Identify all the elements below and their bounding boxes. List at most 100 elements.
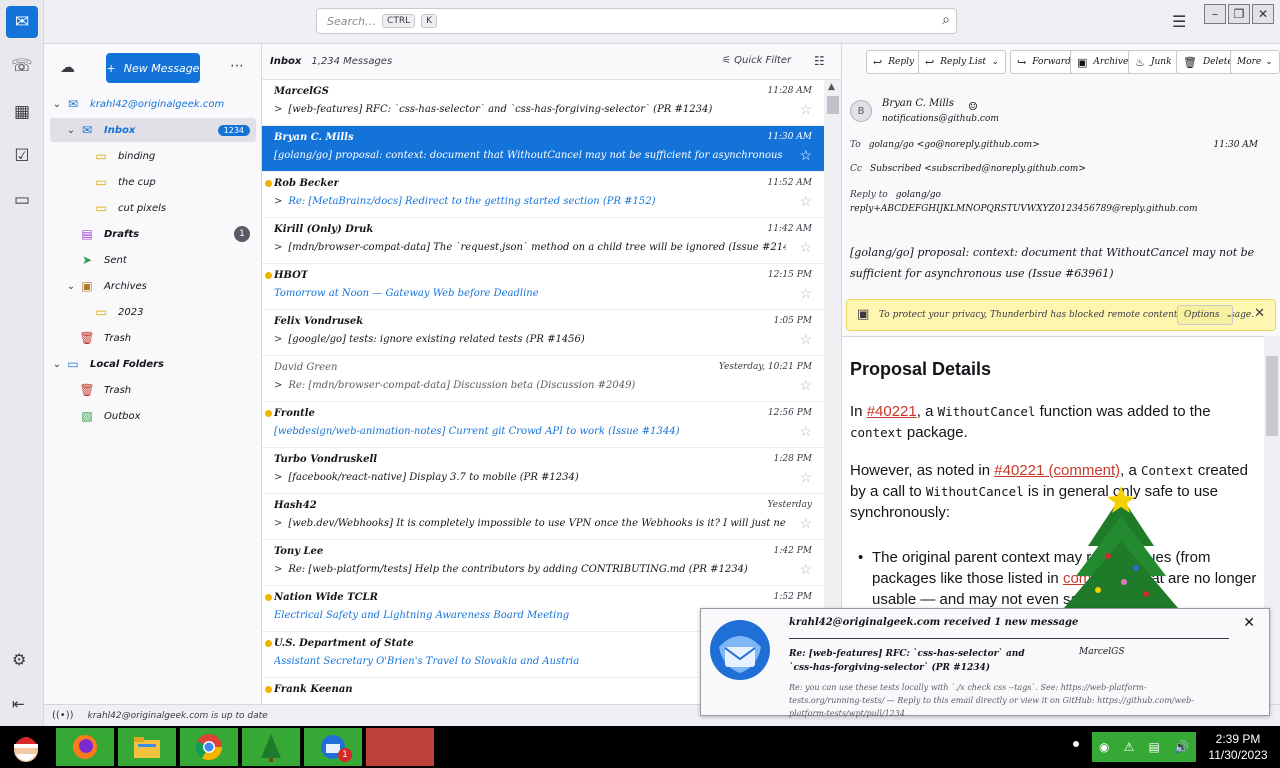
unread-dot-icon[interactable] [265, 410, 272, 417]
taskbar-file-explorer[interactable] [118, 728, 176, 766]
calendar-icon[interactable]: ▦ [6, 96, 38, 128]
folder-drafts[interactable]: ▤ Drafts 1 [50, 222, 256, 246]
scroll-thumb[interactable] [827, 96, 839, 114]
unread-dot-icon[interactable] [265, 272, 272, 279]
star-icon[interactable]: ☆ [799, 286, 812, 302]
thread-chevron-icon[interactable]: > [274, 518, 282, 529]
online-status-icon[interactable]: ((•)) [52, 710, 74, 721]
star-icon[interactable]: ☆ [799, 332, 812, 348]
maximize-button[interactable]: ❐ [1228, 4, 1250, 24]
thread-chevron-icon[interactable]: > [274, 242, 282, 253]
tasks-icon[interactable]: ☑ [6, 140, 38, 172]
network-icon[interactable]: ▤ [1149, 740, 1160, 754]
search-icon[interactable]: ⌕ [942, 12, 950, 28]
issue-link[interactable]: #40221 [867, 403, 917, 420]
volume-icon[interactable]: 🔊 [1174, 740, 1189, 754]
unread-dot-icon[interactable] [265, 686, 272, 693]
folder-inbox[interactable]: ⌄ ✉ Inbox 1234 [50, 118, 256, 142]
folder-sub1[interactable]: ▭ binding [50, 144, 256, 168]
message-row[interactable]: MarcelGS 11:28 AM > [web-features] RFC: `cs… [262, 80, 824, 126]
scroll-up-icon[interactable]: ▲ [828, 82, 835, 92]
more-button[interactable]: More ⌄ [1230, 50, 1280, 74]
folder-local[interactable]: ⌄ ▭ Local Folders [50, 352, 256, 376]
folder-sent[interactable]: ➤ Sent [50, 248, 256, 272]
security-tray-icon[interactable]: ⚠ [1124, 740, 1135, 754]
minimize-button[interactable]: – [1204, 4, 1226, 24]
junk-button[interactable]: ♨ Junk [1128, 50, 1179, 74]
archive-button[interactable]: ▣ Archive [1070, 50, 1136, 74]
taskbar-firefox[interactable] [56, 728, 114, 766]
taskbar-chrome[interactable] [180, 728, 238, 766]
folder-account[interactable]: ⌄ ✉ krahl42@originalgeek.com [50, 92, 256, 116]
message-row[interactable]: Hash42 Yesterday > [web.dev/Webhooks] It is… [262, 494, 824, 540]
from-name[interactable]: Bryan C. Mills [882, 98, 954, 109]
folder-local-trash[interactable]: 🗑 Trash [50, 378, 256, 402]
display-options-icon[interactable]: ☷ [814, 54, 825, 68]
global-search-input[interactable]: Search… CTRL K ⌕ [316, 8, 957, 34]
taskbar-tree-app[interactable] [242, 728, 300, 766]
folder-sub2[interactable]: ▭ the cup [50, 170, 256, 194]
unread-dot-icon[interactable] [265, 640, 272, 647]
folder-sub3[interactable]: ▭ cut pixels [50, 196, 256, 220]
star-icon[interactable]: ☆ [799, 378, 812, 394]
message-row[interactable]: Felix Vondrusek 1:05 PM > [google/go] tests… [262, 310, 824, 356]
unread-dot-icon[interactable] [265, 594, 272, 601]
folder-archives-year[interactable]: ▭ 2023 [50, 300, 256, 324]
message-row[interactable]: Kirill (Only) Druk 11:42 AM > [mdn/browser-… [262, 218, 824, 264]
collapse-spaces-icon[interactable]: ⇤ [12, 695, 25, 713]
message-row[interactable]: Rob Becker 11:52 AM > Re: [MetaBrainz/docs]… [262, 172, 824, 218]
address-book-icon[interactable]: ☏ [6, 50, 38, 82]
chevron-down-icon[interactable]: ⌄ [50, 99, 64, 110]
new-mail-notification[interactable]: krahl42@originalgeek.com received 1 new … [700, 608, 1270, 718]
chrome-tray-icon[interactable]: ◉ [1099, 740, 1109, 754]
thread-chevron-icon[interactable]: > [274, 334, 282, 345]
unread-dot-icon[interactable] [265, 180, 272, 187]
taskbar-empty-slot[interactable] [366, 728, 434, 766]
folder-outbox[interactable]: ▧ Outbox [50, 404, 256, 428]
app-menu-icon[interactable]: ☰ [1172, 12, 1186, 31]
reply-to-value[interactable]: golang/go reply+ABCDEFGHIJKLMNOPQRSTUVWX… [850, 190, 1198, 214]
star-icon[interactable]: ☆ [799, 240, 812, 256]
contact-icon[interactable]: ☺ [968, 100, 978, 113]
notice-options-button[interactable]: Options ⌄ [1177, 305, 1233, 325]
thread-chevron-icon[interactable]: > [274, 196, 282, 207]
taskbar-thunderbird[interactable]: 1 [304, 728, 362, 766]
chevron-down-icon[interactable]: ⌄ [64, 125, 78, 136]
folder-archives[interactable]: ⌄ ▣ Archives [50, 274, 256, 298]
chevron-down-icon[interactable]: ⌄ [991, 57, 999, 67]
star-icon[interactable]: ☆ [799, 470, 812, 486]
new-message-button[interactable]: + New Message [106, 53, 200, 83]
reply-list-button[interactable]: ↩ Reply List ⌄ [918, 50, 1006, 74]
cc-value[interactable]: Subscribed <subscribed@noreply.github.co… [870, 164, 1086, 174]
thread-chevron-icon[interactable]: > [274, 564, 282, 575]
close-icon[interactable]: ✕ [1254, 306, 1265, 321]
taskbar-clock[interactable]: 2:39 PM 11/30/2023 [1196, 726, 1280, 768]
folder-trash[interactable]: 🗑 Trash [50, 326, 256, 350]
message-row[interactable]: Turbo Vondruskell 1:28 PM > [facebook/react… [262, 448, 824, 494]
message-row[interactable]: Tony Lee 1:42 PM > Re: [web-platform/tests]… [262, 540, 824, 586]
comment-link[interactable]: #40221 (comment) [994, 462, 1120, 479]
close-icon[interactable]: ✕ [1243, 615, 1255, 631]
settings-gear-icon[interactable]: ⚙ [12, 650, 26, 669]
get-messages-icon[interactable]: ☁ [60, 58, 75, 76]
to-value[interactable]: golang/go <go@noreply.github.com> [869, 140, 1040, 150]
star-icon[interactable]: ☆ [799, 148, 812, 164]
chevron-down-icon[interactable]: ⌄ [50, 359, 64, 370]
message-row[interactable]: David Green Yesterday, 10:21 PM > Re: [mdn/… [262, 356, 824, 402]
reply-button[interactable]: ↩ Reply [866, 50, 922, 74]
forward-button[interactable]: ↪ Forward [1010, 50, 1078, 74]
thread-chevron-icon[interactable]: > [274, 472, 282, 483]
message-row[interactable]: HBOT 12:15 PM Tomorrow at Noon — Gateway W… [262, 264, 824, 310]
star-icon[interactable]: ☆ [799, 194, 812, 210]
message-row[interactable]: Bryan C. Mills 11:30 AM [golang/go] propos… [262, 126, 824, 172]
chevron-down-icon[interactable]: ⌄ [64, 281, 78, 292]
star-icon[interactable]: ☆ [799, 424, 812, 440]
close-window-button[interactable]: ✕ [1252, 4, 1274, 24]
star-icon[interactable]: ☆ [799, 102, 812, 118]
quick-filter-button[interactable]: ⚟ Quick Filter [722, 55, 791, 66]
folder-pane-more-icon[interactable]: ⋯ [230, 58, 244, 74]
thread-chevron-icon[interactable]: > [274, 380, 282, 391]
message-row[interactable]: Frontle 12:56 PM [webdesign/web-animation-… [262, 402, 824, 448]
scroll-thumb[interactable] [1266, 356, 1278, 436]
chat-icon[interactable]: ▭ [6, 184, 38, 216]
